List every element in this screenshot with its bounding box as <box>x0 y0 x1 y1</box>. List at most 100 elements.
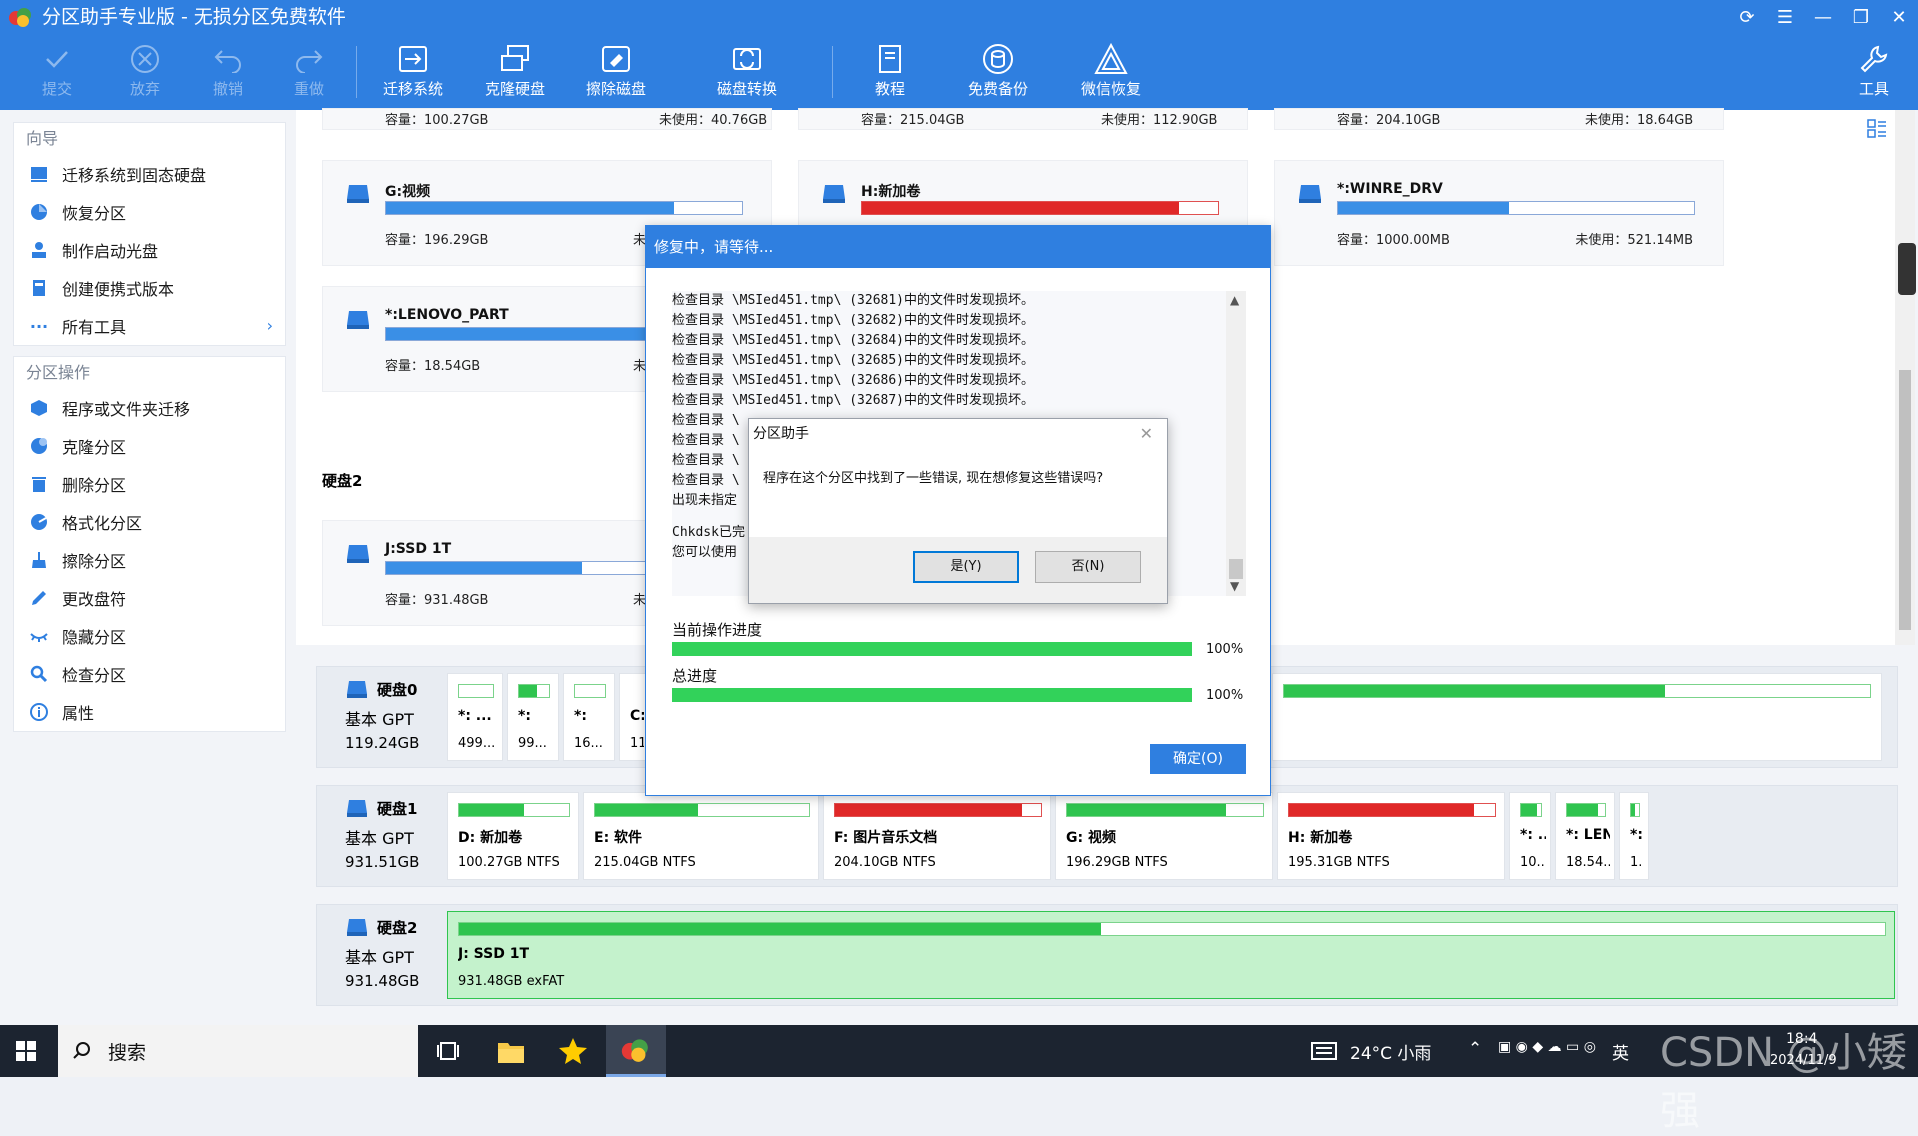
no-button[interactable]: 否(N) <box>1035 551 1141 583</box>
partition-block[interactable]: *: 99... <box>507 673 559 761</box>
app-window: 分区助手专业版 - 无损分区免费软件 ⟳ ☰ — ❐ ✕ 提交 放弃 撤销 重做… <box>0 0 1918 1025</box>
partition-block-g[interactable]: G: 视频 196.29GB NTFS <box>1055 792 1273 880</box>
close-button[interactable]: ✕ <box>1880 0 1918 34</box>
restore-button[interactable]: ❐ <box>1842 0 1880 34</box>
tutorial-button[interactable]: 教程 <box>845 38 935 108</box>
partition-assistant-taskbar-item[interactable] <box>606 1025 666 1077</box>
partition-block[interactable]: *: ...10... <box>1509 792 1551 880</box>
partition-block-d[interactable]: D: 新加卷 100.27GB NTFS <box>447 792 579 880</box>
undo-button[interactable]: 撤销 <box>183 38 273 108</box>
menu-icon[interactable]: ☰ <box>1766 0 1804 34</box>
commit-button[interactable]: 提交 <box>12 38 102 108</box>
dialog-title: 修复中，请等待... <box>646 226 1270 268</box>
capacity-text: 容量：196.29GB <box>385 233 489 248</box>
sidebar-item-clone-partition[interactable]: 克隆分区 <box>14 427 285 465</box>
tray-icons[interactable]: ▣ ◉ ◆ ☁ ▭ ◎ <box>1498 1039 1596 1055</box>
sidebar-item-migrate-ssd[interactable]: 迁移系统到固态硬盘 <box>14 155 285 193</box>
side-handle[interactable] <box>1898 243 1916 295</box>
partition-block[interactable]: *: ... 499... <box>447 673 503 761</box>
partition-name: J:SSD 1T <box>385 541 452 557</box>
weather-text[interactable]: 24°C 小雨 <box>1350 1039 1431 1064</box>
disk-row-1[interactable]: 硬盘1 基本 GPT 931.51GB D: 新加卷 100.27GB NTFS … <box>316 785 1898 887</box>
drive-icon <box>347 545 369 563</box>
partition-block-f[interactable]: F: 图片音乐文档 204.10GB NTFS <box>823 792 1051 880</box>
convert-icon <box>733 48 761 70</box>
chevron-up-icon[interactable]: ▲ <box>1230 293 1239 307</box>
window-controls: ⟳ ☰ — ❐ ✕ <box>1728 0 1918 34</box>
partition-block-c[interactable] <box>1272 673 1882 761</box>
drive-icon <box>347 311 369 329</box>
partition-block-e[interactable]: E: 软件 215.04GB NTFS <box>583 792 819 880</box>
partition-block-j[interactable]: J: SSD 1T 931.48GB exFAT <box>447 911 1895 999</box>
partition-name: G:视频 <box>385 184 431 200</box>
sidebar-item-wipe-partition[interactable]: 擦除分区 <box>14 541 285 579</box>
confirm-title: 分区助手 <box>753 426 809 442</box>
backup-icon <box>983 44 1013 74</box>
sidebar-item-boot-disc[interactable]: 制作启动光盘 <box>14 231 285 269</box>
minimize-button[interactable]: — <box>1804 0 1842 34</box>
task-view-icon[interactable] <box>436 1039 460 1063</box>
sidebar-item-properties[interactable]: 属性 <box>14 693 285 731</box>
disk-row-2[interactable]: 硬盘2 基本 GPT 931.48GB J: SSD 1T 931.48GB ex… <box>316 904 1898 1006</box>
tray-chevron-up-icon[interactable]: ⌃ <box>1468 1039 1482 1059</box>
drive-icon <box>823 185 845 203</box>
partition-block[interactable]: *: 16... <box>563 673 615 761</box>
info-icon <box>30 703 48 721</box>
free-backup-button[interactable]: 免费备份 <box>953 38 1043 108</box>
partition-block-lenovo[interactable]: *: LEN...18.54... <box>1555 792 1615 880</box>
disk-convert-button[interactable]: 磁盘转换 <box>702 38 792 108</box>
refresh-icon[interactable]: ⟳ <box>1728 0 1766 34</box>
close-icon[interactable]: ✕ <box>1140 419 1153 449</box>
disk-icon <box>347 799 367 817</box>
taskbar-search[interactable]: 搜索 <box>58 1025 418 1077</box>
portable-icon <box>33 280 45 296</box>
current-progress-label: 当前操作进度 <box>672 621 763 639</box>
disk-info: 硬盘1 基本 GPT 931.51GB <box>345 799 420 871</box>
drive-icon <box>1299 185 1321 203</box>
log-line: 检查目录 \MSIed451.tmp\ (32682)中的文件时发现损坏。 <box>672 313 1035 328</box>
sidebar-item-delete-partition[interactable]: 删除分区 <box>14 465 285 503</box>
sidebar-item-change-letter[interactable]: 更改盘符 <box>14 579 285 617</box>
taskbar: 搜索 24°C 小雨 ⌃ ▣ ◉ ◆ ☁ ▭ ◎ 英 18:4 2024/11/… <box>0 1025 1918 1077</box>
log-scrollbar[interactable]: ▲ ▼ <box>1226 291 1246 596</box>
sidebar-item-hide-partition[interactable]: 隐藏分区 <box>14 617 285 655</box>
partition-card-winre[interactable]: *:WINRE_DRV 容量：1000.00MB 未使用：521.14MB <box>1274 160 1724 266</box>
view-toggle-icon[interactable] <box>1866 118 1888 140</box>
cancel-circle-icon <box>131 45 159 73</box>
box-icon <box>31 400 47 416</box>
yes-button[interactable]: 是(Y) <box>913 551 1019 583</box>
partition-block[interactable]: *: 1. <box>1619 792 1649 880</box>
migrate-system-button[interactable]: 迁移系统 <box>368 38 458 108</box>
windows-start-icon[interactable] <box>16 1041 36 1061</box>
partition-name: H:新加卷 <box>861 184 921 200</box>
sidebar-item-recover-partition[interactable]: 恢复分区 <box>14 193 285 231</box>
sidebar-item-portable[interactable]: 创建便携式版本 <box>14 269 285 307</box>
log-line: 检查目录 \MSIed451.tmp\ (32681)中的文件时发现损坏。 <box>672 293 1035 308</box>
wipe-disk-button[interactable]: 擦除磁盘 <box>571 38 661 108</box>
sidebar-item-format-partition[interactable]: 格式化分区 <box>14 503 285 541</box>
trash-icon <box>32 477 46 492</box>
usage-bar <box>861 201 1219 215</box>
clone-disk-button[interactable]: 克隆硬盘 <box>470 38 560 108</box>
free-text: 未使用：18.64GB <box>1585 113 1694 128</box>
sidebar-item-all-tools[interactable]: ··· 所有工具 › <box>14 307 285 345</box>
star-app-icon[interactable] <box>558 1037 588 1065</box>
discard-button[interactable]: 放弃 <box>100 38 190 108</box>
wechat-recovery-button[interactable]: 微信恢复 <box>1066 38 1156 108</box>
partition-block-h[interactable]: H: 新加卷 195.31GB NTFS <box>1277 792 1505 880</box>
redo-button[interactable]: 重做 <box>264 38 354 108</box>
chevron-down-icon[interactable]: ▼ <box>1230 579 1239 593</box>
clone-partition-icon <box>31 438 47 454</box>
free-text: 未使用：112.90GB <box>1101 113 1218 128</box>
ok-button[interactable]: 确定(O) <box>1150 744 1246 774</box>
sidebar: 向导 迁移系统到固态硬盘 恢复分区 制作启动光盘 创建便携式版本 ··· 所有工具… <box>13 122 286 742</box>
format-icon <box>31 514 47 530</box>
file-explorer-icon[interactable] <box>496 1037 526 1065</box>
main-scrollbar[interactable] <box>1895 110 1915 645</box>
sidebar-item-app-migrate[interactable]: 程序或文件夹迁移 <box>14 389 285 427</box>
free-text: 未使用：40.76GB <box>659 113 768 128</box>
sidebar-item-check-partition[interactable]: 检查分区 <box>14 655 285 693</box>
tools-button[interactable]: 工具 <box>1834 38 1914 108</box>
ime-indicator[interactable]: 英 <box>1612 1039 1629 1064</box>
confirm-message: 程序在这个分区中找到了一些错误, 现在想修复这些错误吗? <box>763 471 1104 486</box>
